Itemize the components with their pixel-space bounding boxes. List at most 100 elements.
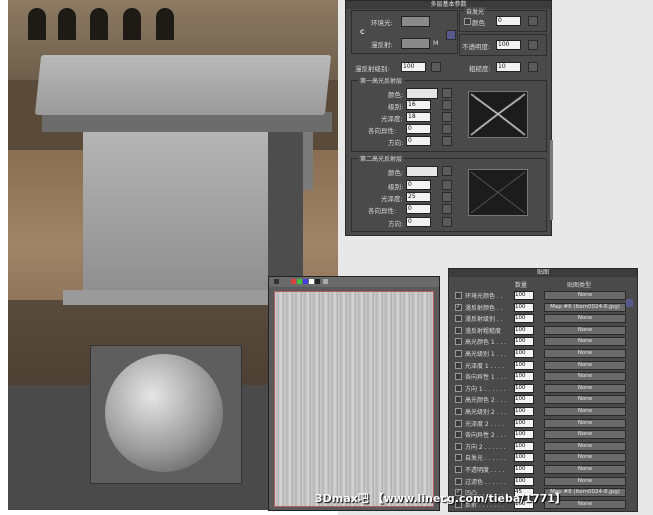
- map-slot-button[interactable]: None: [544, 383, 626, 393]
- spec2-orient-spinner[interactable]: 0: [406, 217, 431, 227]
- map-slot-button[interactable]: None: [544, 453, 626, 463]
- self-illum-spinner[interactable]: 0: [496, 16, 521, 26]
- map-amount-spinner[interactable]: 100: [514, 395, 534, 405]
- spec1-orient-map-button[interactable]: [442, 136, 452, 146]
- map-enable-checkbox[interactable]: [455, 315, 462, 323]
- map-enable-checkbox[interactable]: [455, 442, 462, 450]
- map-slot-button[interactable]: None: [544, 314, 626, 324]
- spec1-level-map-button[interactable]: [442, 100, 452, 110]
- map-enable-checkbox[interactable]: [455, 292, 462, 299]
- map-slot-button[interactable]: None: [544, 337, 626, 347]
- diffuse-level-map-button[interactable]: [431, 62, 441, 72]
- spec2-color-swatch[interactable]: [406, 166, 438, 177]
- ambient-color-swatch[interactable]: [401, 16, 430, 27]
- map-amount-spinner[interactable]: 100: [514, 360, 534, 370]
- map-amount-spinner[interactable]: 100: [514, 302, 534, 312]
- map-enable-checkbox[interactable]: [455, 477, 462, 485]
- map-slot-button[interactable]: None: [544, 372, 626, 382]
- map-amount-spinner[interactable]: 100: [514, 441, 534, 451]
- scroll-up-icon[interactable]: [446, 30, 456, 40]
- blue-channel-icon[interactable]: [303, 279, 308, 284]
- spec2-gloss-map-button[interactable]: [442, 192, 452, 202]
- diffuse-map-button[interactable]: M: [433, 39, 439, 47]
- self-illum-map-button[interactable]: [528, 16, 538, 26]
- spec2-aniso-spinner[interactable]: 0: [406, 204, 431, 214]
- map-enable-checkbox[interactable]: ✓: [455, 303, 462, 311]
- map-slot-button[interactable]: None: [544, 418, 626, 428]
- map-enable-checkbox[interactable]: [455, 431, 462, 439]
- red-channel-icon[interactable]: [291, 279, 296, 284]
- map-enable-checkbox[interactable]: [455, 408, 462, 415]
- spec2-color-map-button[interactable]: [442, 166, 452, 176]
- map-slot-button[interactable]: None: [544, 395, 626, 405]
- maps-panel-title: 贴图: [449, 269, 637, 277]
- spec1-gloss-spinner[interactable]: 18: [406, 112, 431, 122]
- spec1-aniso-map-button[interactable]: [442, 124, 452, 134]
- map-amount-spinner[interactable]: 100: [514, 314, 534, 324]
- map-enable-checkbox[interactable]: [455, 373, 462, 381]
- map-amount-spinner[interactable]: 100: [514, 337, 534, 347]
- roughness-spinner[interactable]: 10: [496, 62, 521, 72]
- map-slot-button[interactable]: None: [544, 407, 626, 416]
- map-enable-checkbox[interactable]: [455, 396, 462, 404]
- map-slot-button[interactable]: None: [544, 476, 626, 486]
- self-illum-color-checkbox[interactable]: [464, 18, 471, 25]
- diffuse-level-label: 漫反射级别:: [355, 65, 390, 73]
- panel-scrollbar[interactable]: [550, 140, 553, 220]
- diffuse-color-swatch[interactable]: [401, 38, 430, 49]
- map-slot-button[interactable]: None: [544, 441, 626, 451]
- menu-icon[interactable]: [274, 279, 279, 284]
- map-enable-checkbox[interactable]: [455, 466, 462, 473]
- map-amount-spinner[interactable]: 100: [514, 430, 534, 440]
- map-enable-checkbox[interactable]: [455, 419, 462, 427]
- opacity-spinner[interactable]: 100: [496, 40, 521, 50]
- clear-icon[interactable]: [323, 279, 328, 284]
- texture-viewer-window[interactable]: [268, 276, 440, 511]
- spec1-aniso-spinner[interactable]: 0: [406, 124, 431, 134]
- spec1-gloss-map-button[interactable]: [442, 112, 452, 122]
- spec2-gloss-spinner[interactable]: 25: [406, 192, 431, 202]
- map-type-column-header: 贴图类型: [567, 282, 592, 289]
- roughness-map-button[interactable]: [528, 62, 538, 72]
- map-slot-button[interactable]: None: [544, 360, 626, 370]
- map-enable-checkbox[interactable]: [455, 454, 462, 462]
- map-slot-button[interactable]: None: [544, 349, 626, 358]
- map-enable-checkbox[interactable]: [455, 338, 462, 346]
- map-enable-checkbox[interactable]: [455, 350, 462, 357]
- map-amount-spinner[interactable]: 100: [514, 383, 534, 393]
- map-amount-spinner[interactable]: 100: [514, 372, 534, 382]
- map-slot-button[interactable]: None: [544, 430, 626, 440]
- map-enable-checkbox[interactable]: [455, 326, 462, 334]
- maps-panel: 贴图 数量 贴图类型 环境光颜色 . . 100 None ✓ 漫反射颜色 . . 100…: [448, 268, 638, 512]
- material-preview[interactable]: [90, 345, 242, 484]
- mono-channel-icon[interactable]: [315, 279, 320, 284]
- spec2-level-map-button[interactable]: [442, 180, 452, 190]
- map-slot-button[interactable]: None: [544, 465, 626, 474]
- map-slot-button[interactable]: None: [544, 291, 626, 300]
- opacity-map-button[interactable]: [528, 40, 538, 50]
- scroll-up-icon[interactable]: [626, 299, 633, 307]
- map-amount-spinner[interactable]: 100: [514, 453, 534, 463]
- spec1-orient-spinner[interactable]: 0: [406, 136, 431, 146]
- spec2-orient-map-button[interactable]: [442, 217, 452, 227]
- spec2-aniso-map-button[interactable]: [442, 204, 452, 214]
- alpha-channel-icon[interactable]: [309, 279, 314, 284]
- spec1-level-spinner[interactable]: 16: [406, 100, 431, 110]
- lock-button[interactable]: C: [360, 28, 365, 36]
- map-amount-spinner[interactable]: 100: [514, 407, 534, 416]
- spec1-color-map-button[interactable]: [442, 88, 452, 98]
- map-amount-spinner[interactable]: 100: [514, 291, 534, 300]
- map-enable-checkbox[interactable]: [455, 384, 462, 392]
- map-slot-button[interactable]: Map #6 (Item0024-6.jpg): [544, 302, 626, 312]
- map-amount-spinner[interactable]: 100: [514, 418, 534, 428]
- spec2-level-spinner[interactable]: 0: [406, 180, 431, 190]
- map-amount-spinner[interactable]: 100: [514, 476, 534, 486]
- map-amount-spinner[interactable]: 100: [514, 465, 534, 474]
- map-slot-button[interactable]: None: [544, 325, 626, 335]
- spec1-color-swatch[interactable]: [406, 88, 438, 99]
- diffuse-level-spinner[interactable]: 100: [401, 62, 426, 72]
- map-amount-spinner[interactable]: 100: [514, 349, 534, 358]
- map-amount-spinner[interactable]: 100: [514, 325, 534, 335]
- map-enable-checkbox[interactable]: [455, 361, 462, 369]
- green-channel-icon[interactable]: [297, 279, 302, 284]
